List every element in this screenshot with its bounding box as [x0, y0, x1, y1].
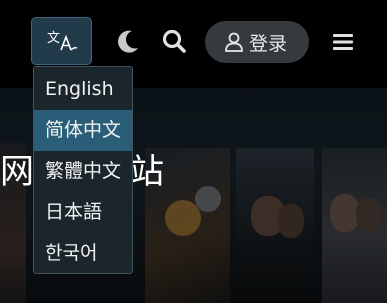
translate-icon: 文 [47, 31, 77, 51]
theme-toggle-button[interactable] [113, 26, 143, 56]
language-button[interactable]: 文 [31, 17, 92, 65]
moon-icon [118, 30, 138, 53]
language-dropdown-menu: English 简体中文 繁體中文 日本語 한국어 [33, 66, 133, 274]
menu-button[interactable] [330, 29, 356, 55]
svg-text:文: 文 [47, 31, 60, 46]
user-icon [225, 32, 243, 52]
menu-icon [333, 34, 353, 50]
search-button[interactable] [159, 26, 189, 56]
site-title-start: 网 [0, 152, 34, 192]
search-icon [162, 29, 186, 53]
language-option-japanese[interactable]: 日本語 [34, 192, 132, 233]
language-option-traditional-chinese[interactable]: 繁體中文 [34, 151, 132, 192]
site-title-end: 站 [130, 152, 164, 192]
language-option-simplified-chinese[interactable]: 简体中文 [34, 110, 132, 151]
login-label: 登录 [249, 32, 288, 55]
language-option-english[interactable]: English [34, 69, 132, 110]
login-button[interactable]: 登录 [205, 21, 309, 63]
language-option-korean[interactable]: 한국어 [34, 233, 132, 274]
